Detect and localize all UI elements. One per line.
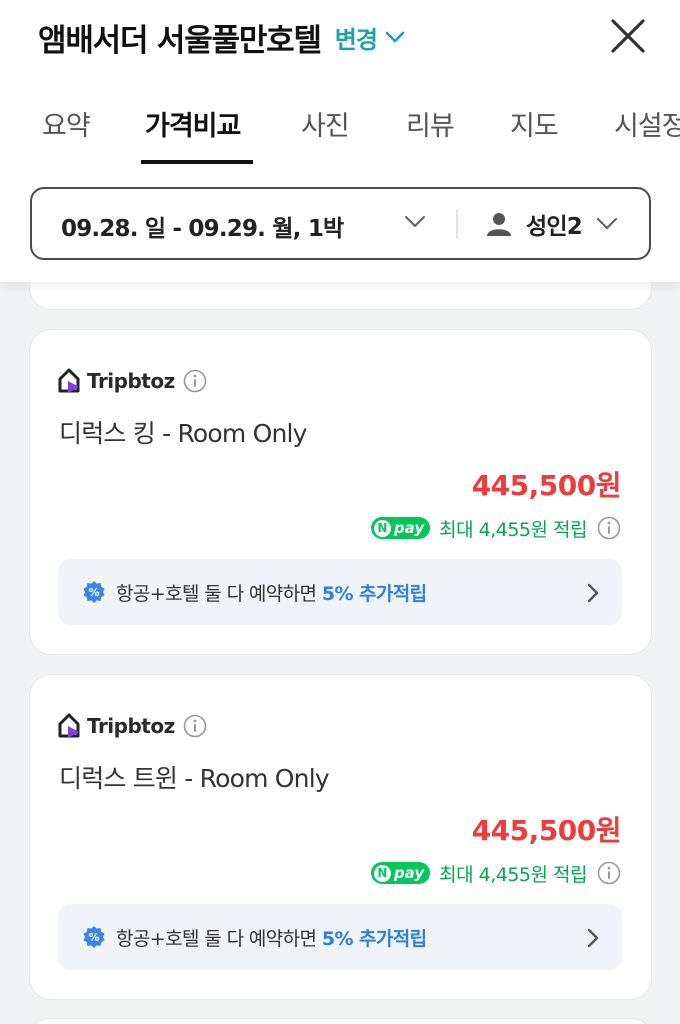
percent-badge-icon: %	[83, 581, 105, 603]
promo-banner[interactable]: % 항공+호텔 둘 다 예약하면 5% 추가적립	[58, 559, 622, 625]
offer-card-next[interactable]	[29, 1018, 652, 1024]
offer-card[interactable]: Tripbtoz 디럭스 트윈 - Room Only 445,500원 N p…	[29, 674, 652, 1000]
change-hotel-button[interactable]: 변경	[335, 20, 405, 55]
chevron-right-icon	[587, 928, 599, 948]
title-row: 앰배서더 서울풀만호텔 변경	[38, 14, 405, 60]
npay-reward-row: N pay 최대 4,455원 적립	[370, 514, 621, 542]
search-box: 09.28. 일 - 09.29. 월, 1박 성인2	[30, 187, 651, 260]
svg-text:%: %	[88, 931, 99, 944]
npay-logo-icon: N	[373, 864, 391, 882]
person-icon	[487, 213, 511, 236]
guest-count: 성인2	[526, 214, 583, 240]
hotel-price-compare-page: 앰배서더 서울풀만호텔 변경 요약 가격비교 사진 리뷰 지도 시설정 09.2…	[0, 0, 680, 1024]
npay-logo-icon: N	[373, 519, 391, 537]
tab-facilities[interactable]: 시설정	[614, 104, 680, 143]
provider-name: Tripbtoz	[87, 714, 175, 738]
hotel-name: 앰배서더 서울풀만호텔	[38, 22, 322, 59]
chevron-right-icon	[587, 583, 599, 603]
tab-photos[interactable]: 사진	[301, 104, 350, 143]
chevron-down-icon	[385, 31, 405, 43]
provider-name: Tripbtoz	[87, 369, 175, 393]
tab-price-compare[interactable]: 가격비교	[145, 104, 241, 143]
promo-highlight: 5% 추가적립	[321, 928, 427, 950]
divider	[456, 209, 458, 239]
info-icon[interactable]	[597, 861, 621, 885]
active-tab-indicator	[141, 160, 253, 164]
search-panel: 09.28. 일 - 09.29. 월, 1박 성인2	[0, 164, 680, 282]
guest-selector[interactable]: 성인2	[486, 207, 618, 241]
npay-reward-text: 최대 4,455원 적립	[439, 518, 587, 541]
tab-bar: 요약 가격비교 사진 리뷰 지도 시설정	[0, 92, 680, 164]
info-icon[interactable]	[183, 714, 207, 738]
chevron-down-icon[interactable]	[404, 215, 426, 229]
chevron-down-icon	[596, 217, 618, 230]
room-name: 디럭스 트윈 - Room Only	[59, 764, 330, 793]
npay-badge: N pay	[370, 862, 431, 884]
npay-badge: N pay	[370, 517, 431, 539]
offer-card[interactable]: Tripbtoz 디럭스 킹 - Room Only 445,500원 N pa…	[29, 329, 652, 655]
provider: Tripbtoz	[58, 711, 207, 741]
change-label: 변경	[334, 25, 378, 54]
room-name: 디럭스 킹 - Room Only	[59, 419, 307, 448]
provider: Tripbtoz	[58, 366, 207, 396]
npay-label: pay	[393, 864, 425, 882]
info-icon[interactable]	[183, 369, 207, 393]
promo-banner[interactable]: % 항공+호텔 둘 다 예약하면 5% 추가적립	[58, 904, 622, 970]
promo-text: 항공+호텔 둘 다 예약하면 5% 추가적립	[116, 579, 427, 606]
promo-highlight: 5% 추가적립	[321, 583, 427, 605]
promo-text-main: 항공+호텔 둘 다 예약하면	[116, 583, 322, 605]
npay-label: pay	[393, 519, 425, 537]
tripbtoz-logo-icon	[58, 368, 80, 393]
price: 445,500원	[471, 469, 622, 502]
npay-reward-text: 최대 4,455원 적립	[439, 863, 587, 886]
tripbtoz-logo-icon	[58, 713, 80, 738]
close-icon[interactable]	[606, 14, 650, 58]
header: 앰배서더 서울풀만호텔 변경 요약 가격비교 사진 리뷰 지도 시설정	[0, 0, 680, 164]
tab-map[interactable]: 지도	[510, 104, 559, 143]
promo-text: 항공+호텔 둘 다 예약하면 5% 추가적립	[116, 924, 427, 951]
tab-reviews[interactable]: 리뷰	[406, 104, 455, 143]
price: 445,500원	[471, 814, 622, 847]
promo-text-main: 항공+호텔 둘 다 예약하면	[116, 928, 322, 950]
npay-reward-row: N pay 최대 4,455원 적립	[370, 859, 621, 887]
info-icon[interactable]	[597, 516, 621, 540]
svg-text:%: %	[88, 586, 99, 599]
tab-summary[interactable]: 요약	[42, 104, 91, 143]
date-range-selector[interactable]: 09.28. 일 - 09.29. 월, 1박	[61, 209, 344, 243]
percent-badge-icon: %	[83, 926, 105, 948]
